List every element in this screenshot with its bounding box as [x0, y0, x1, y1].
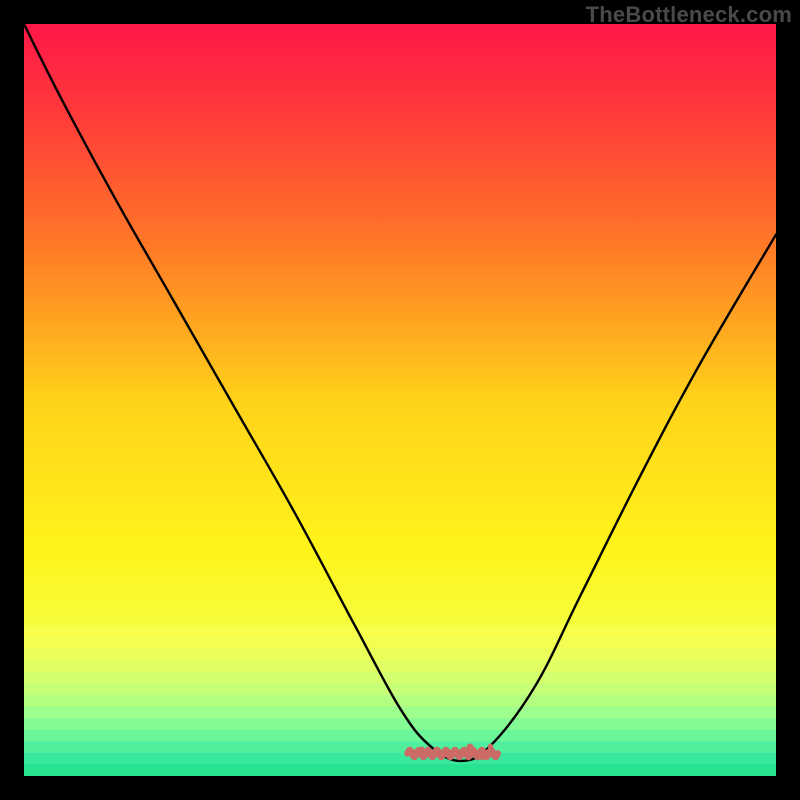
gradient-band [24, 764, 776, 776]
squiggle-dab [479, 753, 486, 760]
gradient-band [24, 637, 776, 649]
gradient-band [24, 672, 776, 684]
gradient-band [24, 718, 776, 730]
gradient-band [24, 626, 776, 638]
gradient-band [24, 753, 776, 765]
gradient-band [24, 730, 776, 742]
squiggle-dab [412, 750, 419, 757]
squiggle-dab [420, 746, 425, 751]
chart-frame: TheBottleneck.com [0, 0, 800, 800]
gradient-band [24, 683, 776, 695]
gradient-band [24, 649, 776, 661]
chart-svg [24, 24, 776, 776]
gradient-band [24, 695, 776, 707]
squiggle-dab [488, 744, 494, 750]
squiggle-dab [432, 751, 438, 757]
gradient-band [24, 741, 776, 753]
squiggle-dab [467, 744, 474, 751]
gradient-band [24, 660, 776, 672]
plot-area [24, 24, 776, 776]
squiggle-dab [450, 751, 457, 758]
